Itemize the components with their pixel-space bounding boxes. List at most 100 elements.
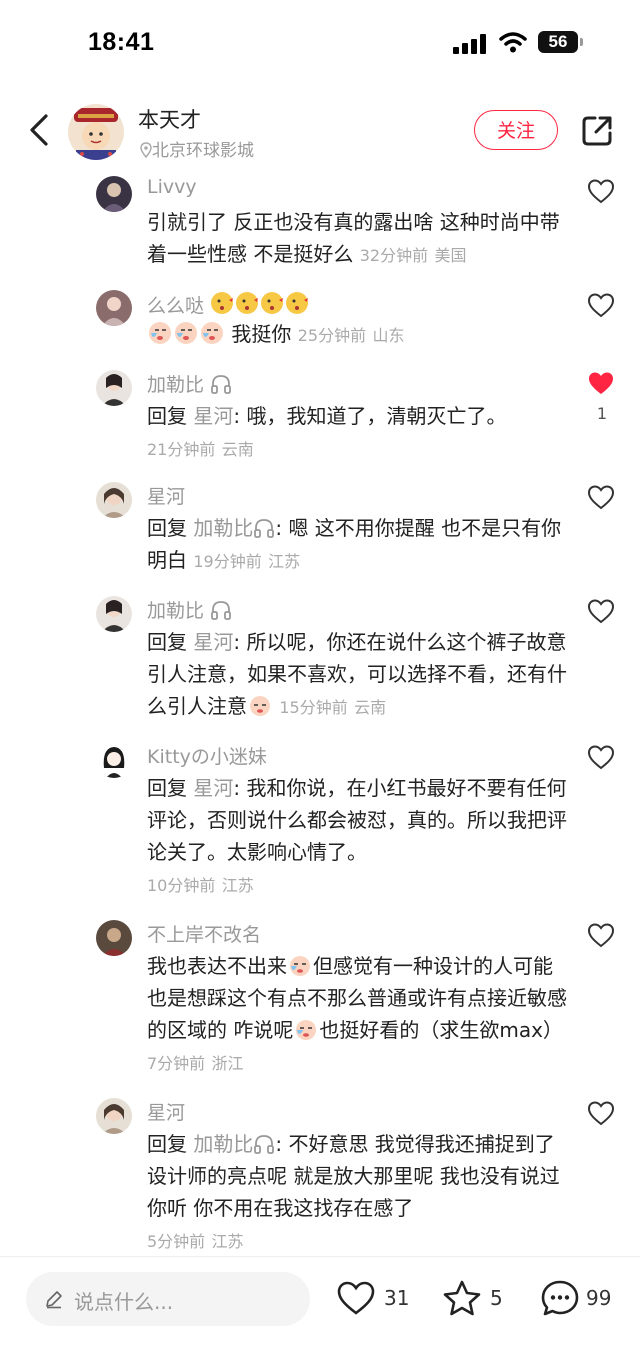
- favorite-button[interactable]: 5: [442, 1280, 512, 1320]
- headphones-icon: [254, 1135, 275, 1154]
- comment-author[interactable]: Kittyの小迷妹: [147, 742, 267, 769]
- avatar[interactable]: [96, 1098, 132, 1134]
- comment-author[interactable]: 加勒比: [147, 596, 232, 623]
- avatar[interactable]: [96, 920, 132, 956]
- headphones-icon: [211, 375, 231, 394]
- comment-text: 我也表达不出来 但感觉有一种设计的人可能也是想踩这个有点不那么普通或许有点接近敏感…: [147, 950, 567, 1080]
- signal-icon: [453, 34, 489, 54]
- location-text: 北京环球影城: [152, 141, 254, 161]
- share-icon[interactable]: [580, 114, 614, 148]
- comment-author[interactable]: 么么哒: [147, 290, 310, 318]
- comment-time: 10分钟前: [147, 876, 216, 895]
- kiss-emoji-icon: [210, 292, 310, 317]
- headphones-icon: [211, 601, 231, 620]
- reply-prefix: 回复: [147, 630, 187, 654]
- comment-region: 云南: [354, 698, 387, 717]
- comment-body: : 哦，我知道了，清朝灭亡了。: [233, 404, 507, 428]
- comment-count: 99: [586, 1286, 612, 1310]
- comment-body: 引就引了 反正也没有真的露出啥 这种时尚中带着一些性感 不是挺好么: [147, 210, 560, 266]
- heart-icon[interactable]: [587, 484, 615, 510]
- pencil-icon: [46, 1291, 62, 1309]
- heart-icon[interactable]: [587, 1100, 615, 1126]
- heart-icon[interactable]: [587, 598, 615, 624]
- location-pin-icon: [140, 142, 152, 159]
- avatar[interactable]: [96, 290, 132, 326]
- comment-text: 引就引了 反正也没有真的露出啥 这种时尚中带着一些性感 不是挺好么 32分钟前 …: [147, 206, 567, 272]
- status-time: 18:41: [88, 28, 155, 56]
- comment-region: 美国: [434, 246, 467, 265]
- wifi-icon: [499, 32, 527, 53]
- author-name[interactable]: 本天才: [138, 104, 201, 134]
- comment-author[interactable]: 不上岸不改名: [147, 920, 261, 947]
- back-icon[interactable]: [26, 112, 52, 148]
- comment-text: 我挺你 25分钟前 山东: [147, 318, 567, 352]
- heart-icon[interactable]: [587, 744, 615, 770]
- avatar[interactable]: [96, 596, 132, 632]
- comment-time: 19分钟前: [193, 552, 262, 571]
- reply-to-name[interactable]: 加勒比: [193, 516, 253, 540]
- comment-body-part3: 也挺好看的（求生欲max）: [319, 1018, 563, 1042]
- reply-to-name[interactable]: 加勒比: [193, 1132, 253, 1156]
- battery-tip: [580, 38, 583, 46]
- crying-emoji-icon: [296, 1020, 317, 1040]
- comment-input[interactable]: 说点什么...: [26, 1272, 310, 1326]
- comments-button[interactable]: 99: [540, 1280, 620, 1320]
- avatar[interactable]: [96, 482, 132, 518]
- comment-author[interactable]: 星河: [147, 1098, 185, 1125]
- reply-to-name[interactable]: 星河: [193, 404, 233, 428]
- reply-prefix: 回复: [147, 404, 187, 428]
- reply-prefix: 回复: [147, 776, 187, 800]
- comment-text: 回复 加勒比: 嗯 这不用你提醒 也不是只有你明白 19分钟前 江苏: [147, 512, 567, 578]
- comment-region: 江苏: [221, 876, 254, 895]
- status-bar: 18:41 56: [0, 0, 640, 88]
- comment-body: 我挺你: [231, 322, 292, 346]
- reply-prefix: 回复: [147, 1132, 187, 1156]
- crying-emoji-icon: [147, 322, 231, 346]
- headphones-icon: [254, 519, 275, 538]
- comment-text: 回复 加勒比: 不好意思 我觉得我还捕捉到了设计师的亮点呢 就是放大那里呢 我也…: [147, 1128, 567, 1258]
- comment-region: 江苏: [211, 1232, 244, 1251]
- heart-icon: [337, 1281, 375, 1315]
- heart-filled-icon[interactable]: [587, 370, 615, 396]
- comment-author-name[interactable]: 加勒比: [147, 374, 204, 396]
- reply-prefix: 回复: [147, 516, 187, 540]
- comment-text: 回复 星河: 哦，我知道了，清朝灭亡了。 21分钟前 云南: [147, 400, 567, 466]
- comment-region: 浙江: [211, 1054, 244, 1073]
- follow-button[interactable]: 关注: [474, 110, 558, 150]
- comment-author[interactable]: 星河: [147, 482, 185, 509]
- comment-author-name[interactable]: 么么哒: [147, 295, 204, 317]
- comment-region: 山东: [372, 326, 405, 345]
- comment-text: 回复 星河: 我和你说，在小红书最好不要有任何评论，否则说什么都会被怼，真的。所…: [147, 772, 567, 902]
- comment-text: 回复 星河: 所以呢，你还在说什么这个裤子故意引人注意，如果不喜欢，可以选择不看…: [147, 626, 567, 724]
- heart-icon[interactable]: [587, 292, 615, 318]
- post-header: 本天才 北京环球影城 关注: [0, 96, 640, 168]
- heart-icon[interactable]: [587, 178, 615, 204]
- author-avatar[interactable]: [68, 104, 124, 160]
- like-count: 31: [384, 1286, 410, 1310]
- author-location: 北京环球影城: [140, 136, 254, 161]
- star-icon: [443, 1280, 481, 1316]
- comment-author-name[interactable]: 加勒比: [147, 600, 204, 622]
- comment-time: 32分钟前: [359, 246, 429, 265]
- comment-body-part1: 我也表达不出来: [147, 954, 287, 978]
- like-button[interactable]: 31: [336, 1280, 416, 1320]
- reply-to-name[interactable]: 星河: [193, 776, 233, 800]
- reply-to-name[interactable]: 星河: [193, 630, 233, 654]
- comment-time: 21分钟前: [147, 440, 216, 459]
- avatar[interactable]: [96, 742, 132, 778]
- bottom-divider: [0, 1256, 640, 1257]
- comment-author[interactable]: 加勒比: [147, 370, 232, 397]
- like-count: 1: [596, 404, 608, 423]
- comment-region: 云南: [221, 440, 254, 459]
- battery-icon: 56: [538, 31, 578, 53]
- input-placeholder: 说点什么...: [74, 1290, 174, 1314]
- comment-author[interactable]: Livvy: [147, 176, 197, 198]
- comment-time: 25分钟前: [297, 326, 367, 345]
- heart-icon[interactable]: [587, 922, 615, 948]
- avatar[interactable]: [96, 370, 132, 406]
- comment-bubble-icon: [541, 1280, 579, 1316]
- avatar[interactable]: [96, 176, 132, 212]
- baby-face-emoji-icon: [250, 696, 270, 716]
- crying-emoji-icon: [290, 956, 310, 976]
- comment-time: 15分钟前: [279, 698, 348, 717]
